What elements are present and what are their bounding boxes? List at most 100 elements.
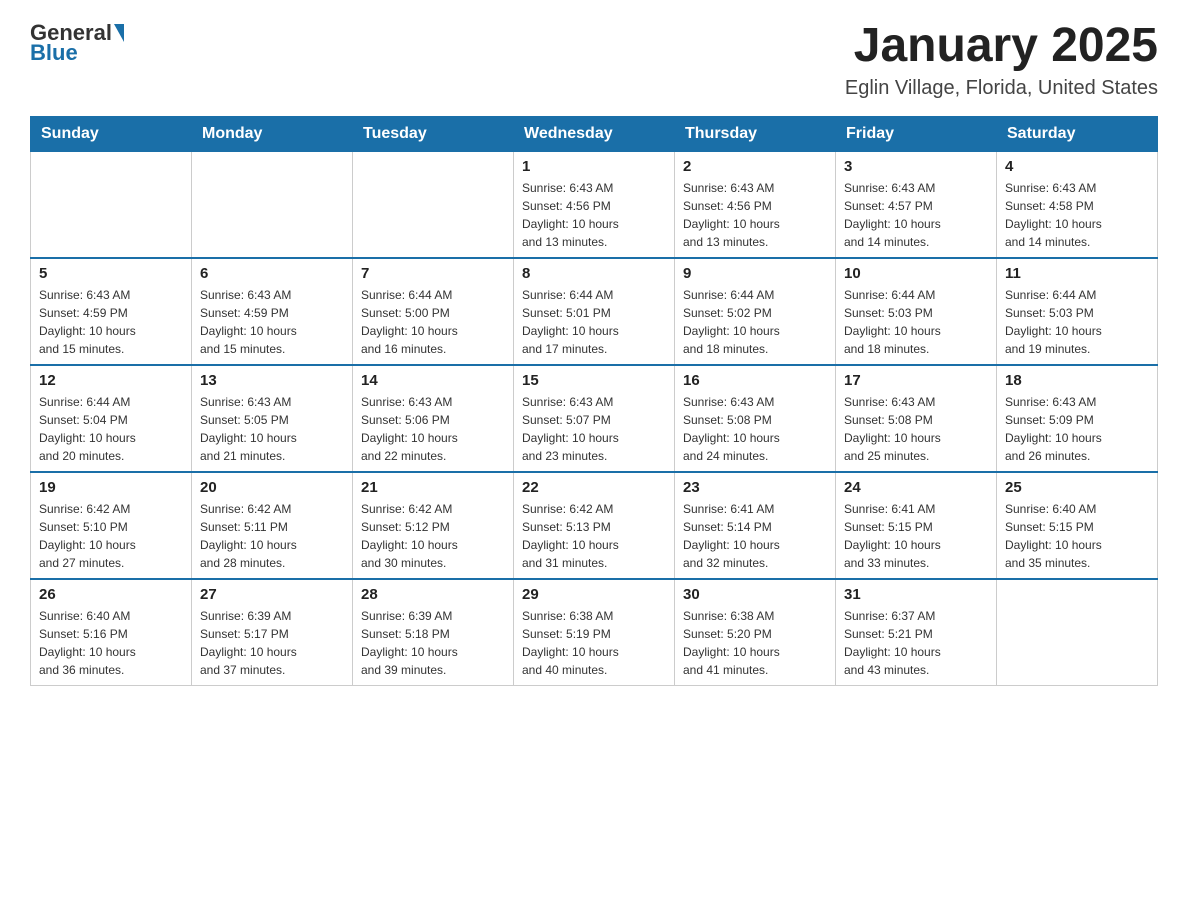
day-number: 2 [683,158,827,175]
day-info: Sunrise: 6:40 AM Sunset: 5:15 PM Dayligh… [1005,500,1149,572]
day-number: 18 [1005,372,1149,389]
calendar-week-row: 26 Sunrise: 6:40 AM Sunset: 5:16 PM Dayli… [31,579,1158,686]
day-info: Sunrise: 6:43 AM Sunset: 4:58 PM Dayligh… [1005,179,1149,251]
calendar-day-cell: 22 Sunrise: 6:42 AM Sunset: 5:13 PM Dayli… [514,472,675,579]
day-info: Sunrise: 6:43 AM Sunset: 4:57 PM Dayligh… [844,179,988,251]
day-number: 14 [361,372,505,389]
day-number: 3 [844,158,988,175]
calendar-day-cell: 1 Sunrise: 6:43 AM Sunset: 4:56 PM Daylig… [514,151,675,258]
day-info: Sunrise: 6:42 AM Sunset: 5:10 PM Dayligh… [39,500,183,572]
logo-blue-text: Blue [30,40,78,65]
day-number: 25 [1005,479,1149,496]
day-info: Sunrise: 6:44 AM Sunset: 5:01 PM Dayligh… [522,286,666,358]
calendar-day-cell: 24 Sunrise: 6:41 AM Sunset: 5:15 PM Dayli… [836,472,997,579]
calendar-day-cell: 27Sunrise: 6:39 AM Sunset: 5:17 PM Dayli… [192,579,353,686]
calendar-day-cell: 2 Sunrise: 6:43 AM Sunset: 4:56 PM Daylig… [675,151,836,258]
day-number: 30 [683,586,827,603]
calendar-day-cell: 11 Sunrise: 6:44 AM Sunset: 5:03 PM Dayli… [997,258,1158,365]
calendar-day-cell: 12 Sunrise: 6:44 AM Sunset: 5:04 PM Dayli… [31,365,192,472]
day-info: Sunrise: 6:43 AM Sunset: 5:06 PM Dayligh… [361,393,505,465]
title-block: January 2025 Eglin Village, Florida, Uni… [845,20,1158,100]
calendar-day-cell: 8 Sunrise: 6:44 AM Sunset: 5:01 PM Daylig… [514,258,675,365]
day-number: 11 [1005,265,1149,282]
day-number: 21 [361,479,505,496]
day-info: Sunrise: 6:40 AM Sunset: 5:16 PM Dayligh… [39,607,183,679]
day-number: 6 [200,265,344,282]
calendar-day-cell: 3 Sunrise: 6:43 AM Sunset: 4:57 PM Daylig… [836,151,997,258]
day-number: 16 [683,372,827,389]
day-info: Sunrise: 6:43 AM Sunset: 5:05 PM Dayligh… [200,393,344,465]
calendar-day-cell: 18 Sunrise: 6:43 AM Sunset: 5:09 PM Dayli… [997,365,1158,472]
month-title: January 2025 [845,20,1158,73]
day-info: Sunrise: 6:39 AM Sunset: 5:18 PM Dayligh… [361,607,505,679]
day-info: Sunrise: 6:44 AM Sunset: 5:03 PM Dayligh… [844,286,988,358]
day-number: 13 [200,372,344,389]
calendar-day-cell: 9 Sunrise: 6:44 AM Sunset: 5:02 PM Daylig… [675,258,836,365]
day-info: Sunrise: 6:43 AM Sunset: 5:07 PM Dayligh… [522,393,666,465]
weekday-header-monday: Monday [192,116,353,151]
day-number: 26 [39,586,183,603]
weekday-header-row: SundayMondayTuesdayWednesdayThursdayFrid… [31,116,1158,151]
calendar-day-cell: 14 Sunrise: 6:43 AM Sunset: 5:06 PM Dayli… [353,365,514,472]
day-number: 29 [522,586,666,603]
day-info: Sunrise: 6:43 AM Sunset: 4:59 PM Dayligh… [200,286,344,358]
calendar-week-row: 12 Sunrise: 6:44 AM Sunset: 5:04 PM Dayli… [31,365,1158,472]
day-info: Sunrise: 6:42 AM Sunset: 5:13 PM Dayligh… [522,500,666,572]
day-info: Sunrise: 6:44 AM Sunset: 5:02 PM Dayligh… [683,286,827,358]
calendar-day-cell: 25 Sunrise: 6:40 AM Sunset: 5:15 PM Dayli… [997,472,1158,579]
calendar-day-cell: 5Sunrise: 6:43 AM Sunset: 4:59 PM Daylig… [31,258,192,365]
day-info: Sunrise: 6:42 AM Sunset: 5:12 PM Dayligh… [361,500,505,572]
day-info: Sunrise: 6:41 AM Sunset: 5:15 PM Dayligh… [844,500,988,572]
calendar-table: SundayMondayTuesdayWednesdayThursdayFrid… [30,116,1158,686]
calendar-day-cell: 10 Sunrise: 6:44 AM Sunset: 5:03 PM Dayli… [836,258,997,365]
calendar-day-cell: 19 Sunrise: 6:42 AM Sunset: 5:10 PM Dayli… [31,472,192,579]
day-number: 28 [361,586,505,603]
day-info: Sunrise: 6:43 AM Sunset: 4:56 PM Dayligh… [683,179,827,251]
day-number: 4 [1005,158,1149,175]
weekday-header-friday: Friday [836,116,997,151]
logo-arrow-icon [114,24,124,42]
day-number: 31 [844,586,988,603]
calendar-day-cell [192,151,353,258]
day-number: 17 [844,372,988,389]
day-number: 8 [522,265,666,282]
calendar-day-cell: 17 Sunrise: 6:43 AM Sunset: 5:08 PM Dayli… [836,365,997,472]
calendar-week-row: 5 Sunrise: 6:43 AM Sunset: 4:59 PM Daylig… [31,258,1158,365]
day-number: 1 [522,158,666,175]
calendar-day-cell: 13 Sunrise: 6:43 AM Sunset: 5:05 PM Dayli… [192,365,353,472]
day-number: 10 [844,265,988,282]
day-number: 5 [39,265,183,282]
calendar-day-cell: 16 Sunrise: 6:43 AM Sunset: 5:08 PM Dayli… [675,365,836,472]
calendar-week-row: 1 Sunrise: 6:43 AM Sunset: 4:56 PM Daylig… [31,151,1158,258]
day-number: 9 [683,265,827,282]
calendar-day-cell: 15 Sunrise: 6:43 AM Sunset: 5:07 PM Dayli… [514,365,675,472]
day-info: Sunrise: 6:43 AM Sunset: 5:08 PM Dayligh… [844,393,988,465]
calendar-day-cell [31,151,192,258]
weekday-header-wednesday: Wednesday [514,116,675,151]
calendar-day-cell: 28 Sunrise: 6:39 AM Sunset: 5:18 PM Dayli… [353,579,514,686]
calendar-week-row: 19 Sunrise: 6:42 AM Sunset: 5:10 PM Dayli… [31,472,1158,579]
day-number: 24 [844,479,988,496]
day-number: 23 [683,479,827,496]
day-info: Sunrise: 6:43 AM Sunset: 5:08 PM Dayligh… [683,393,827,465]
day-info: Sunrise: 6:38 AM Sunset: 5:19 PM Dayligh… [522,607,666,679]
day-info: Sunrise: 6:37 AM Sunset: 5:21 PM Dayligh… [844,607,988,679]
calendar-day-cell [997,579,1158,686]
weekday-header-sunday: Sunday [31,116,192,151]
day-number: 22 [522,479,666,496]
weekday-header-tuesday: Tuesday [353,116,514,151]
logo: General Blue [30,20,125,66]
day-number: 7 [361,265,505,282]
day-info: Sunrise: 6:44 AM Sunset: 5:03 PM Dayligh… [1005,286,1149,358]
day-number: 12 [39,372,183,389]
calendar-day-cell: 21 Sunrise: 6:42 AM Sunset: 5:12 PM Dayli… [353,472,514,579]
day-info: Sunrise: 6:43 AM Sunset: 5:09 PM Dayligh… [1005,393,1149,465]
day-info: Sunrise: 6:41 AM Sunset: 5:14 PM Dayligh… [683,500,827,572]
day-info: Sunrise: 6:43 AM Sunset: 4:56 PM Dayligh… [522,179,666,251]
calendar-day-cell: 23 Sunrise: 6:41 AM Sunset: 5:14 PM Dayli… [675,472,836,579]
day-number: 19 [39,479,183,496]
day-info: Sunrise: 6:44 AM Sunset: 5:04 PM Dayligh… [39,393,183,465]
calendar-day-cell: 7 Sunrise: 6:44 AM Sunset: 5:00 PM Daylig… [353,258,514,365]
day-info: Sunrise: 6:44 AM Sunset: 5:00 PM Dayligh… [361,286,505,358]
day-number: 15 [522,372,666,389]
